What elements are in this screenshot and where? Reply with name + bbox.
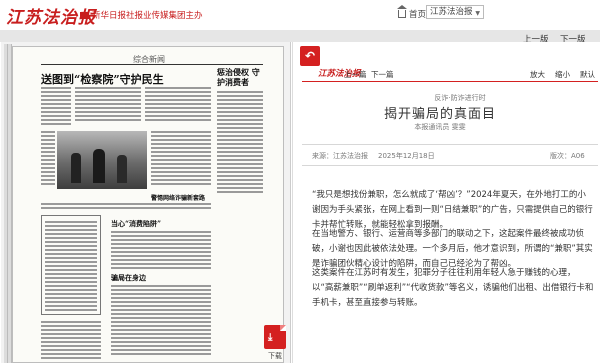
headline-small[interactable]: 警惕网络诈骗新套路 (151, 193, 213, 202)
headline-mid[interactable]: 当心“消费陷阱” (111, 219, 211, 229)
toolbar-strip (0, 30, 600, 42)
home-link[interactable]: 首页 (397, 5, 427, 20)
next-article-link[interactable]: 下一篇 (371, 69, 394, 80)
newspaper-page[interactable]: 综合新闻 送图到“检察院”守护民生 惩治侵权 守护消费者 警惕网络诈骗新套路 当… (12, 46, 284, 363)
prev-article-link[interactable]: 上一篇 (344, 69, 367, 80)
top-bar: 江苏法治报 新华日报社报业传媒集团主办 首页 江苏法治报 ▼ (0, 0, 600, 30)
back-arrow-icon[interactable]: ↶ (300, 46, 320, 66)
text-column (75, 87, 141, 123)
text-column (217, 91, 263, 195)
home-icon (397, 5, 407, 18)
text-column (41, 321, 101, 361)
article-page: 版次：A06 (550, 152, 585, 160)
divider (302, 144, 598, 145)
text-column (41, 131, 55, 187)
brand-tagline: 新华日报社报业传媒集团主办 (80, 9, 203, 21)
edition-value: 江苏法治报 (430, 7, 473, 17)
font-default-button[interactable]: 默认 (580, 69, 595, 80)
flag-icon (80, 12, 89, 19)
brand-tagline-text: 新华日报社报业传媒集团主办 (92, 11, 203, 21)
pdf-download-button[interactable]: ⤓ (264, 325, 286, 349)
article-kicker: 反诈·防诈进行时 (434, 94, 486, 102)
text-column (111, 285, 211, 357)
article-paragraph: 这类案件在江苏时有发生，犯罪分子往往利用年轻人急于赚钱的心理，以“高薪兼职”“刷… (312, 268, 594, 308)
headline-bottom[interactable]: 骗局在身边 (111, 273, 211, 283)
font-shrink-button[interactable]: 缩小 (555, 69, 570, 80)
text-column (111, 231, 211, 271)
article-title: 揭开骗局的真面目 (383, 107, 496, 122)
headline-main[interactable]: 送图到“检察院”守护民生 (41, 71, 211, 87)
text-column (41, 87, 71, 127)
text-column (41, 203, 211, 211)
text-column (151, 131, 211, 187)
font-enlarge-button[interactable]: 放大 (530, 69, 545, 80)
article-source: 来源：江苏法治报 (312, 152, 368, 160)
text-column (145, 87, 211, 123)
text-column (45, 221, 97, 313)
home-label: 首页 (409, 10, 427, 20)
divider (41, 64, 263, 65)
news-photo[interactable] (57, 131, 147, 189)
article-date: 2025年12月18日 (378, 152, 435, 160)
pdf-download-label[interactable]: 下载 (268, 351, 282, 361)
chevron-down-icon: ▼ (475, 10, 480, 17)
edition-select[interactable]: 江苏法治报 ▼ (426, 5, 484, 19)
article-byline: 本报通讯员 雯雯 (414, 123, 466, 131)
pdf-icon: ⤓ (268, 332, 273, 343)
headline-right[interactable]: 惩治侵权 守护消费者 (217, 67, 263, 87)
divider (302, 81, 598, 82)
divider (302, 165, 598, 166)
